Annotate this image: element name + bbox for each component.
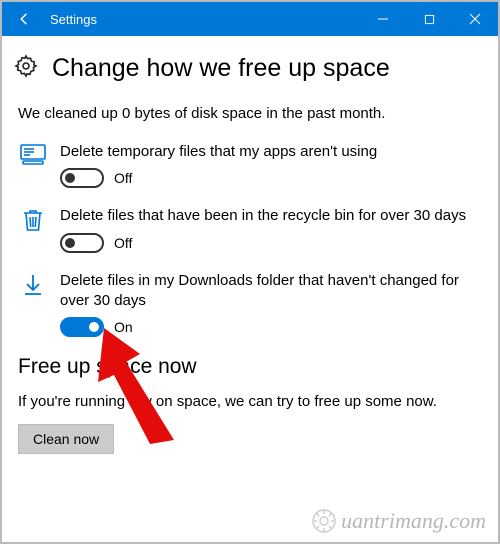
toggle-state-text: On [114,319,133,335]
setting-label: Delete files in my Downloads folder that… [60,271,482,312]
toggle-downloads[interactable] [60,317,104,337]
setting-label: Delete temporary files that my apps aren… [60,142,482,162]
setting-recycle-bin: Delete files that have been in the recyc… [18,206,482,252]
window-title: Settings [42,12,360,27]
setting-temp-files: Delete temporary files that my apps aren… [18,142,482,188]
gear-icon [14,54,38,83]
toggle-state-text: Off [114,170,132,186]
window-controls [360,2,498,36]
free-up-text: If you're running low on space, we can t… [18,393,482,410]
page-title: Change how we free up space [52,54,390,83]
setting-label: Delete files that have been in the recyc… [60,206,482,226]
toggle-temp-files[interactable] [60,168,104,188]
watermark: uantrimang.com [311,508,486,534]
close-button[interactable] [452,2,498,36]
download-icon [18,271,48,297]
titlebar: Settings [2,2,498,36]
page-heading-row: Change how we free up space [18,54,482,83]
watermark-text: uantrimang.com [341,508,486,534]
summary-text: We cleaned up 0 bytes of disk space in t… [18,105,482,122]
minimize-button[interactable] [360,2,406,36]
content-area: Change how we free up space We cleaned u… [2,36,498,454]
free-up-heading: Free up space now [18,355,482,379]
maximize-button[interactable] [406,2,452,36]
clean-now-button[interactable]: Clean now [18,424,114,454]
toggle-state-text: Off [114,235,132,251]
setting-downloads: Delete files in my Downloads folder that… [18,271,482,338]
monitor-icon [18,142,48,166]
toggle-recycle-bin[interactable] [60,233,104,253]
back-button[interactable] [8,2,42,36]
trash-icon [18,206,48,232]
